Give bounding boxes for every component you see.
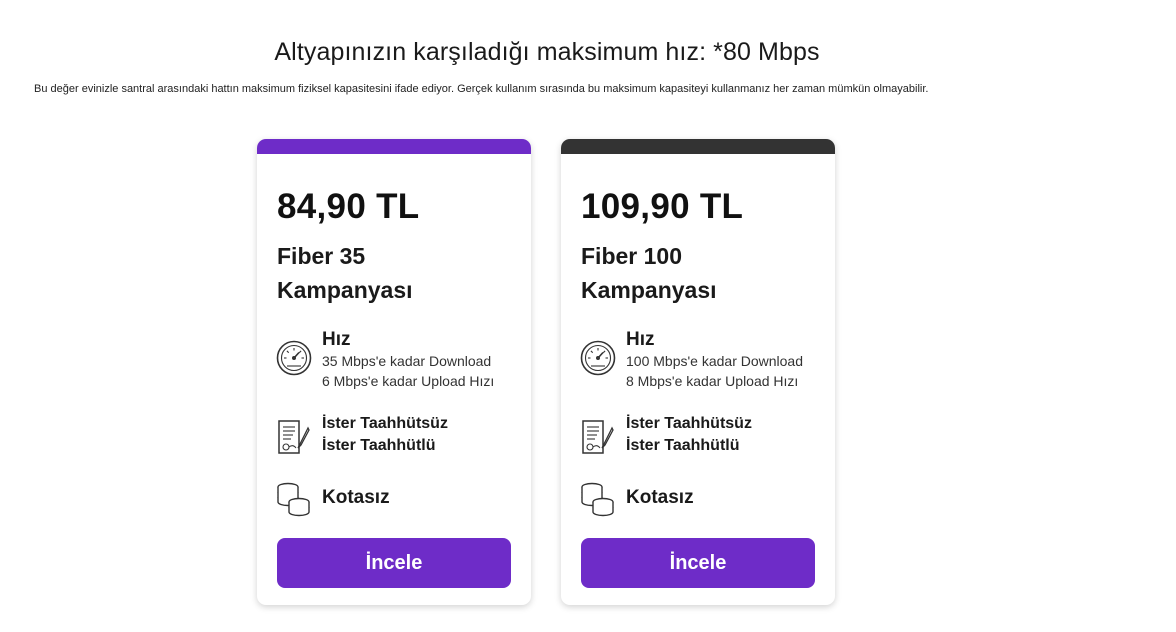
plan-card-accent-bar — [561, 139, 835, 154]
plan-card-accent-bar — [257, 139, 531, 154]
inspect-button[interactable]: İncele — [277, 538, 511, 588]
feature-speed-title: Hız — [626, 329, 655, 350]
contract-icon — [579, 418, 617, 456]
feature-speed: Hız 100 Mbps'e kadar Download 8 Mbps'e k… — [579, 329, 829, 399]
page-title: Altyapınızın karşıladığı maksimum hız: *… — [274, 38, 820, 66]
plan-price: 84,90 TL — [277, 187, 420, 226]
inspect-button[interactable]: İncele — [581, 538, 815, 588]
plan-card-fiber-35: 84,90 TL Fiber 35 Kampanyası Hız 35 Mbps… — [257, 139, 531, 605]
feature-quota: Kotasız — [579, 481, 829, 521]
coins-stack-icon — [579, 481, 617, 519]
feature-commitment: İster Taahhütsüz İster Taahhütlü — [275, 413, 525, 463]
plan-name: Fiber 100 Kampanyası — [581, 243, 717, 303]
upload-speed: 6 Mbps'e kadar Upload Hızı — [322, 373, 495, 389]
quota-label: Kotasız — [322, 487, 390, 508]
download-speed: 35 Mbps'e kadar Download — [322, 353, 492, 369]
plan-card-fiber-100: 109,90 TL Fiber 100 Kampanyası Hız 100 M… — [561, 139, 835, 605]
feature-speed-title: Hız — [322, 329, 351, 350]
page: Altyapınızın karşıladığı maksimum hız: *… — [0, 0, 1176, 632]
plan-name: Fiber 35 Kampanyası — [277, 243, 413, 303]
coins-stack-icon — [275, 481, 313, 519]
feature-quota: Kotasız — [275, 481, 525, 521]
upload-speed: 8 Mbps'e kadar Upload Hızı — [626, 373, 799, 389]
page-subtitle: Bu değer evinizle santral arasındaki hat… — [34, 83, 929, 95]
speedometer-icon — [275, 339, 313, 377]
commitment-option-1: İster Taahhütsüz — [322, 415, 448, 432]
download-speed: 100 Mbps'e kadar Download — [626, 353, 804, 369]
commitment-option-2: İster Taahhütlü — [322, 437, 436, 454]
feature-speed: Hız 35 Mbps'e kadar Download 6 Mbps'e ka… — [275, 329, 525, 399]
contract-icon — [275, 418, 313, 456]
plan-price: 109,90 TL — [581, 187, 744, 226]
feature-commitment: İster Taahhütsüz İster Taahhütlü — [579, 413, 829, 463]
commitment-option-1: İster Taahhütsüz — [626, 415, 752, 432]
quota-label: Kotasız — [626, 487, 694, 508]
commitment-option-2: İster Taahhütlü — [626, 437, 740, 454]
speedometer-icon — [579, 339, 617, 377]
